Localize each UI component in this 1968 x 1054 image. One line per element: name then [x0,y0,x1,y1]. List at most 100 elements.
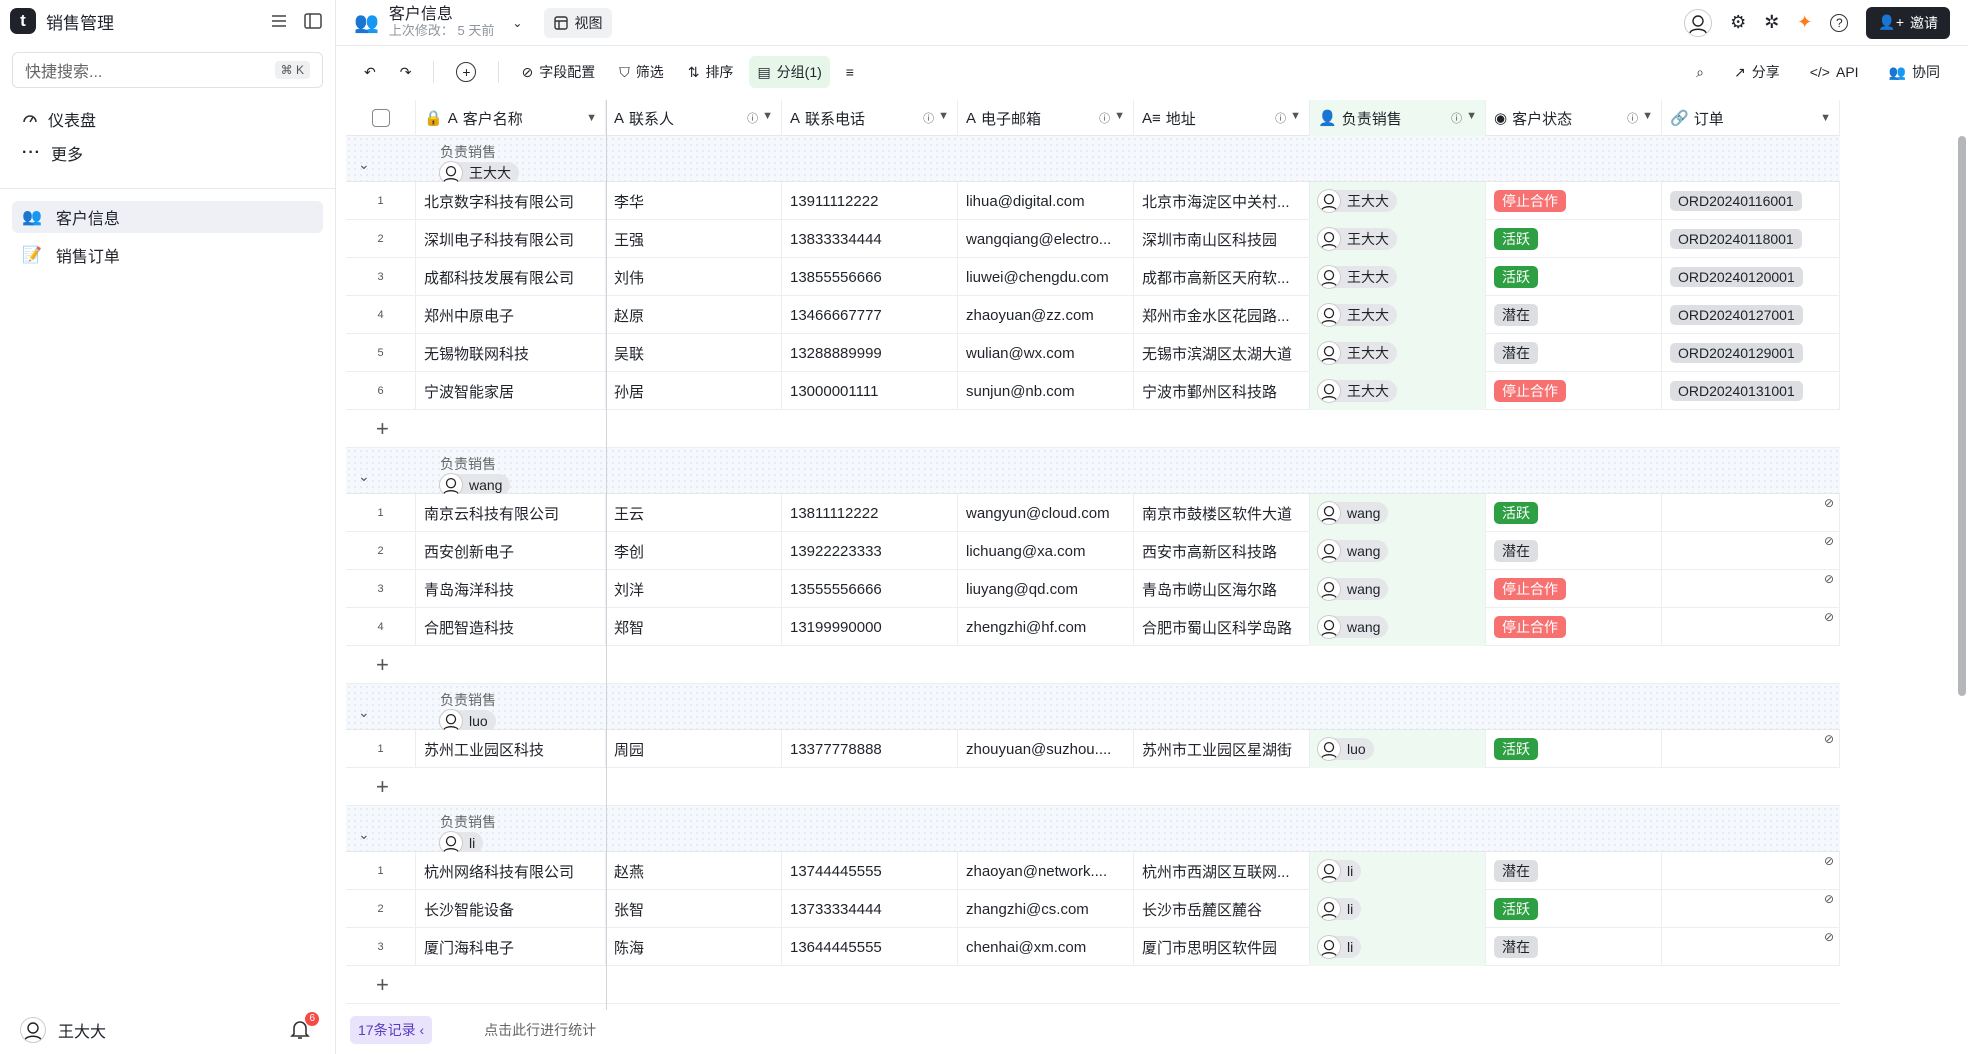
select-all-checkbox[interactable] [346,100,416,136]
chevron-down-icon[interactable]: ⌄ [358,468,370,485]
row-number[interactable]: 2 [346,532,416,570]
owner-cell[interactable]: 王大大 [1310,334,1486,372]
checkbox[interactable] [371,109,390,127]
address-cell[interactable]: 青岛市崂山区海尔路 [1134,570,1310,608]
customer-name-cell[interactable]: 北京数字科技有限公司 [416,182,606,220]
customer-name-cell[interactable]: 长沙智能设备 [416,890,606,928]
sparkle-icon[interactable]: ✦ [1797,12,1812,33]
status-cell[interactable]: 潜在 [1486,296,1662,334]
owner-cell[interactable]: 王大大 [1310,220,1486,258]
customer-name-cell[interactable]: 成都科技发展有限公司 [416,258,606,296]
owner-cell[interactable]: 王大大 [1310,296,1486,334]
chevron-down-icon[interactable]: ▼ [938,110,949,126]
add-record-button[interactable]: + [448,56,484,88]
table-row[interactable]: 3 青岛海洋科技 刘洋 13555556666 liuyang@qd.com 青岛市崂山区… [346,570,1840,608]
status-cell[interactable]: 活跃 [1486,220,1662,258]
order-cell[interactable]: ORD20240129001 [1662,334,1840,372]
owner-chip[interactable]: wang [1317,539,1389,563]
status-cell[interactable]: 潜在 [1486,928,1662,966]
invite-button[interactable]: 👤+ 邀请 [1866,6,1950,39]
table-title-block[interactable]: 客户信息 上次修改： 5 天前 [389,6,494,39]
owner-chip[interactable]: li [439,831,484,855]
chevron-down-icon[interactable]: ▼ [1114,110,1125,126]
contact-cell[interactable]: 吴联 [606,334,782,372]
email-cell[interactable]: wulian@wx.com [958,334,1134,372]
chevron-down-icon[interactable]: ⌄ [358,704,370,721]
phone-cell[interactable]: 13733334444 [782,890,958,928]
row-number[interactable]: 1 [346,730,416,768]
notification-bell[interactable]: 6 [289,1012,319,1044]
owner-chip[interactable]: luo [439,709,496,733]
owner-cell[interactable]: li [1310,852,1486,890]
status-cell[interactable]: 停止合作 [1486,570,1662,608]
row-number[interactable]: 2 [346,890,416,928]
address-cell[interactable]: 宁波市鄞州区科技路 [1134,372,1310,410]
order-cell[interactable]: ORD20240131001 [1662,372,1840,410]
owner-cell[interactable]: li [1310,890,1486,928]
table-row[interactable]: 4 郑州中原电子 赵原 13466667777 zhaoyuan@zz.com 郑州市金水… [346,296,1840,334]
table-row[interactable]: 1 杭州网络科技有限公司 赵燕 13744445555 zhaoyan@network.… [346,852,1840,890]
owner-cell[interactable]: 王大大 [1310,258,1486,296]
owner-cell[interactable]: wang [1310,570,1486,608]
owner-chip[interactable]: 王大大 [1317,303,1397,327]
table-row[interactable]: 2 深圳电子科技有限公司 王强 13833334444 wangqiang@electr… [346,220,1840,258]
table-row[interactable]: 4 合肥智造科技 郑智 13199990000 zhengzhi@hf.com 合肥市蜀山… [346,608,1840,646]
help-icon[interactable]: ? [1830,13,1849,32]
filter-button[interactable]: ⛉ 筛选 [611,56,672,88]
owner-cell[interactable]: wang [1310,532,1486,570]
eye-off-icon[interactable]: ⊘ [1824,610,1834,624]
chevron-down-icon[interactable]: ⌄ [512,16,522,30]
row-number[interactable]: 5 [346,334,416,372]
phone-cell[interactable]: 13288889999 [782,334,958,372]
owner-chip[interactable]: 王大大 [1317,265,1397,289]
info-icon[interactable]: ⓘ [923,110,934,126]
customer-name-cell[interactable]: 宁波智能家居 [416,372,606,410]
chevron-down-icon[interactable]: ▼ [1290,110,1301,126]
order-cell[interactable]: ORD20240120001 [1662,258,1840,296]
record-count[interactable]: 17条记录 ‹ [350,1016,433,1044]
owner-cell[interactable]: luo [1310,730,1486,768]
status-cell[interactable]: 活跃 [1486,258,1662,296]
redo-button[interactable]: ↷ [392,56,420,88]
email-cell[interactable]: liuwei@chengdu.com [958,258,1134,296]
table-row[interactable]: 1 南京云科技有限公司 王云 13811112222 wangyun@cloud.com… [346,494,1840,532]
owner-chip[interactable]: wang [439,473,511,497]
table-row[interactable]: 3 厦门海科电子 陈海 13644445555 chenhai@xm.com 厦门市思明区… [346,928,1840,966]
eye-off-icon[interactable]: ⊘ [1824,930,1834,944]
table-row[interactable]: 1 北京数字科技有限公司 李华 13911112222 lihua@digital.co… [346,182,1840,220]
status-cell[interactable]: 停止合作 [1486,372,1662,410]
status-cell[interactable]: 活跃 [1486,730,1662,768]
stat-hint[interactable]: 点击此行进行统计 [484,1020,596,1040]
row-number[interactable]: 3 [346,928,416,966]
info-icon[interactable]: ⓘ [1275,110,1286,126]
info-icon[interactable]: ⓘ [1451,110,1462,126]
contact-cell[interactable]: 刘伟 [606,258,782,296]
chevron-down-icon[interactable]: ▼ [1820,112,1831,124]
share-button[interactable]: ↗ 分享 [1726,56,1788,88]
order-cell[interactable]: ORD20240127001 [1662,296,1840,334]
eye-off-icon[interactable]: ⊘ [1824,572,1834,586]
phone-cell[interactable]: 13000001111 [782,372,958,410]
status-cell[interactable]: 潜在 [1486,852,1662,890]
owner-chip[interactable]: wang [1317,577,1389,601]
column-header-customer-name[interactable]: 🔒 A 客户名称 ▼ [416,100,606,136]
address-cell[interactable]: 苏州市工业园区星湖街 [1134,730,1310,768]
customer-name-cell[interactable]: 深圳电子科技有限公司 [416,220,606,258]
chevron-down-icon[interactable]: ⌄ [358,826,370,843]
owner-chip[interactable]: li [1317,897,1362,921]
column-header-email[interactable]: A 电子邮箱 ⓘ ▼ [958,100,1134,136]
table-row[interactable]: 5 无锡物联网科技 吴联 13288889999 wulian@wx.com 无锡市滨湖区… [346,334,1840,372]
contact-cell[interactable]: 李创 [606,532,782,570]
customer-name-cell[interactable]: 青岛海洋科技 [416,570,606,608]
customer-name-cell[interactable]: 杭州网络科技有限公司 [416,852,606,890]
add-row-button[interactable]: + [346,646,1840,684]
order-cell[interactable]: ORD20240116001 [1662,182,1840,220]
user-avatar[interactable] [1684,8,1713,37]
table-row[interactable]: 2 长沙智能设备 张智 13733334444 zhangzhi@cs.com 长沙市岳麓… [346,890,1840,928]
address-cell[interactable]: 西安市高新区科技路 [1134,532,1310,570]
order-cell[interactable] [1662,928,1840,966]
contact-cell[interactable]: 王强 [606,220,782,258]
owner-chip[interactable]: 王大大 [1317,379,1397,403]
email-cell[interactable]: zhengzhi@hf.com [958,608,1134,646]
contact-cell[interactable]: 张智 [606,890,782,928]
